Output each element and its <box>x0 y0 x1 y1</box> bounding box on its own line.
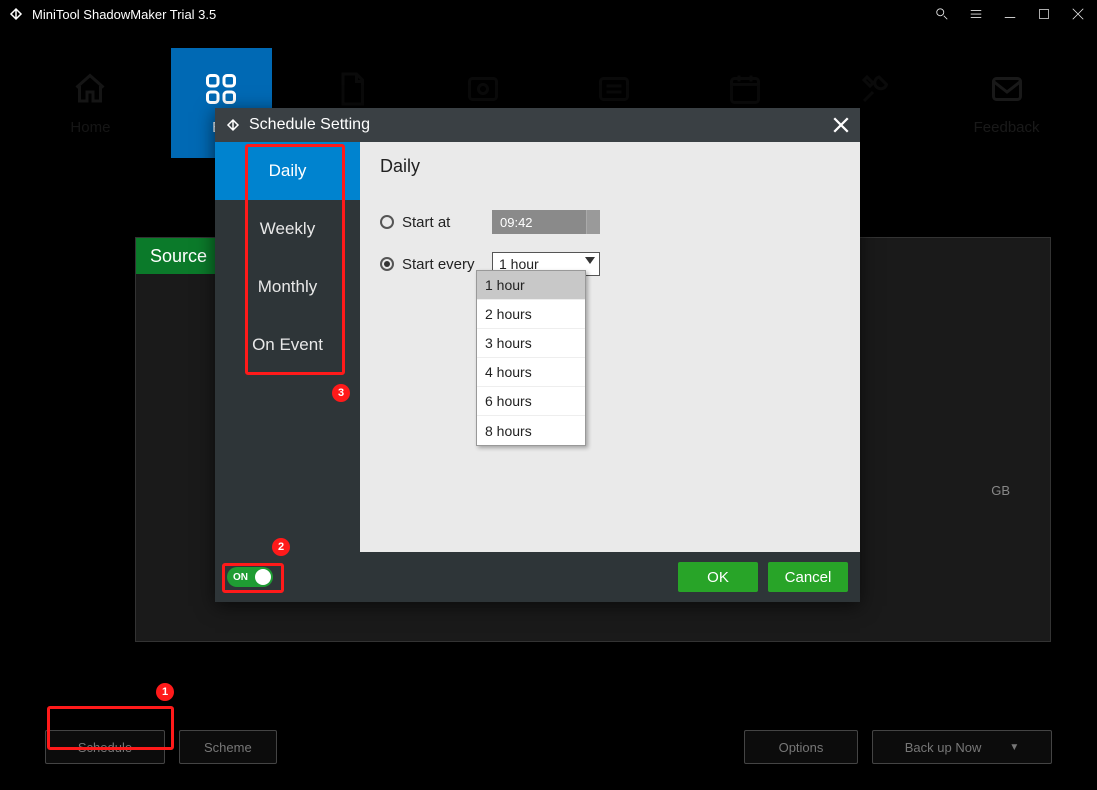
schedule-setting-dialog: Schedule Setting Daily Weekly Monthly On… <box>215 108 860 602</box>
schedule-side-tabs: Daily Weekly Monthly On Event <box>215 142 360 552</box>
list-icon <box>596 71 632 107</box>
toggle-knob <box>255 569 271 585</box>
search-icon[interactable] <box>931 3 953 25</box>
titlebar: MiniTool ShadowMaker Trial 3.5 <box>0 0 1097 28</box>
dialog-titlebar: Schedule Setting <box>215 108 860 142</box>
source-header: Source <box>136 238 220 274</box>
dropdown-option[interactable]: 6 hours <box>477 387 585 416</box>
tab-label: Feedback <box>974 119 1040 136</box>
restore-icon <box>465 71 501 107</box>
cancel-button[interactable]: Cancel <box>768 562 848 592</box>
home-icon <box>72 71 108 107</box>
tab-home[interactable]: Home <box>40 48 141 158</box>
minimize-icon[interactable] <box>999 3 1021 25</box>
backup-icon <box>203 71 239 107</box>
scheme-button[interactable]: Scheme <box>179 730 277 764</box>
options-button[interactable]: Options <box>744 730 858 764</box>
radio-start-every[interactable] <box>380 257 394 271</box>
schedule-button[interactable]: Schedule <box>45 730 165 764</box>
dialog-close-icon[interactable] <box>832 116 850 134</box>
chevron-down-icon <box>585 257 595 264</box>
dropdown-option[interactable]: 8 hours <box>477 416 585 445</box>
dropdown-option[interactable]: 1 hour <box>477 271 585 300</box>
chevron-down-icon: ▼ <box>1009 742 1019 753</box>
dialog-logo-icon <box>225 117 241 133</box>
interval-dropdown: 1 hour 2 hours 3 hours 4 hours 6 hours 8… <box>476 270 586 446</box>
calendar-icon <box>727 71 763 107</box>
side-tab-monthly[interactable]: Monthly <box>215 258 360 316</box>
start-at-label: Start at <box>402 214 492 231</box>
side-tab-weekly[interactable]: Weekly <box>215 200 360 258</box>
tab-label: Home <box>70 119 110 136</box>
schedule-toggle[interactable]: ON <box>227 567 273 587</box>
app-title: MiniTool ShadowMaker Trial 3.5 <box>32 7 216 22</box>
side-tab-daily[interactable]: Daily <box>215 142 360 200</box>
side-tab-onevent[interactable]: On Event <box>215 316 360 374</box>
tools-icon <box>858 71 894 107</box>
bottom-toolbar: Schedule Scheme Options Back up Now ▼ <box>45 730 1052 764</box>
dialog-footer: ON OK Cancel <box>215 552 860 602</box>
schedule-content: Daily Start at 09:42 Start every 1 hour <box>360 142 860 552</box>
content-heading: Daily <box>380 156 840 177</box>
envelope-icon <box>989 71 1025 107</box>
backup-now-button[interactable]: Back up Now ▼ <box>872 730 1052 764</box>
time-spinner[interactable] <box>586 210 600 234</box>
app-logo-icon <box>8 6 24 22</box>
dropdown-option[interactable]: 2 hours <box>477 300 585 329</box>
tab-feedback[interactable]: Feedback <box>956 48 1057 158</box>
menu-icon[interactable] <box>965 3 987 25</box>
maximize-icon[interactable] <box>1033 3 1055 25</box>
close-icon[interactable] <box>1067 3 1089 25</box>
dropdown-option[interactable]: 3 hours <box>477 329 585 358</box>
annotation-badge-1: 1 <box>156 683 174 701</box>
radio-start-at[interactable] <box>380 215 394 229</box>
file-icon <box>334 71 370 107</box>
dropdown-option[interactable]: 4 hours <box>477 358 585 387</box>
time-input[interactable]: 09:42 <box>492 210 600 234</box>
size-hint: GB <box>991 483 1010 498</box>
dialog-title: Schedule Setting <box>249 116 370 134</box>
ok-button[interactable]: OK <box>678 562 758 592</box>
